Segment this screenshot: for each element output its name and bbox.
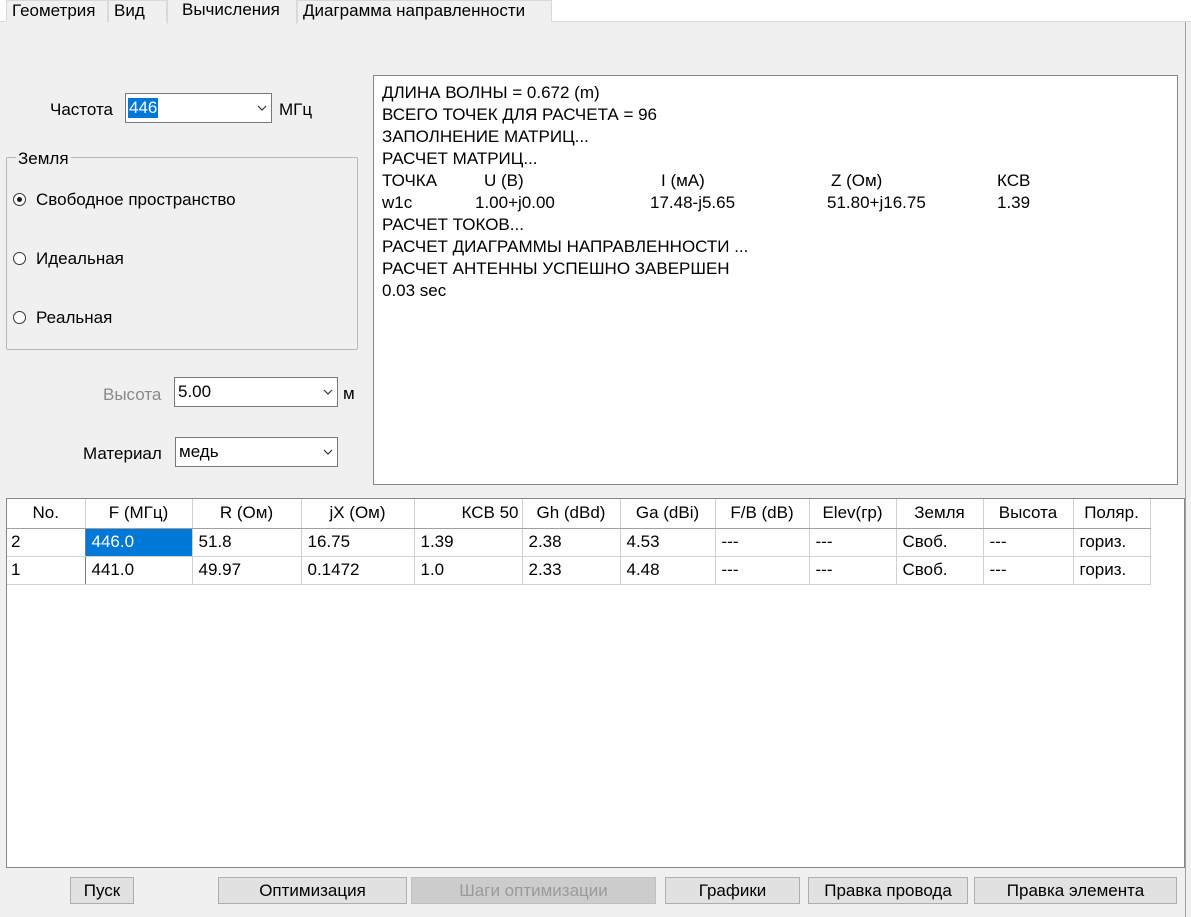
column-header[interactable]: F/B (dB) (715, 499, 810, 529)
cell-height[interactable]: --- (983, 528, 1074, 557)
height-label: Высота (103, 385, 162, 404)
panel-border (1185, 22, 1186, 917)
cell-reactance[interactable]: 0.1472 (301, 556, 415, 585)
log-table-header: ТОЧКА U (В) I (мА) Z (Ом) КСВ (382, 170, 1169, 192)
results-table: No. F (МГц) R (Ом) jX (Ом) КСВ 50 Gh (dB… (7, 499, 1151, 585)
log-table-row: w1c 1.00+j0.00 17.48-j5.65 51.80+j16.75 … (382, 192, 1169, 214)
optimize-button[interactable]: Оптимизация (218, 877, 407, 904)
radio-free-space[interactable] (13, 193, 26, 206)
cell-ground[interactable]: Своб. (896, 556, 984, 585)
column-header[interactable]: R (Ом) (192, 499, 302, 529)
cell-swr[interactable]: 1.39 (414, 528, 523, 557)
log-line: РАСЧЕТ АНТЕННЫ УСПЕШНО ЗАВЕРШЕН (382, 259, 730, 278)
radio-ideal[interactable] (13, 252, 26, 265)
radio-ideal-label[interactable]: Идеальная (36, 249, 124, 269)
log-point: w1c (382, 193, 413, 212)
height-value: 5.00 (178, 382, 212, 401)
tab-view[interactable]: Вид (108, 0, 167, 22)
cell-polarization[interactable]: гориз. (1073, 528, 1151, 557)
log-voltage: 1.00+j0.00 (475, 193, 555, 212)
chevron-down-icon[interactable] (255, 100, 269, 116)
cell-polarization[interactable]: гориз. (1073, 556, 1151, 585)
material-value: медь (179, 442, 219, 461)
row-number[interactable]: 2 (7, 528, 86, 557)
log-header-impedance: Z (Ом) (831, 171, 883, 190)
radio-free-space-label[interactable]: Свободное пространство (36, 190, 236, 210)
material-combo[interactable]: медь (175, 437, 338, 467)
column-header[interactable]: Земля (896, 499, 984, 529)
material-label: Материал (83, 444, 162, 463)
cell-reactance[interactable]: 16.75 (301, 528, 415, 557)
log-impedance: 51.80+j16.75 (827, 193, 926, 212)
height-unit: м (343, 384, 355, 403)
log-header-voltage: U (В) (484, 171, 524, 190)
log-line: РАСЧЕТ МАТРИЦ... (382, 149, 538, 168)
column-header[interactable]: F (МГц) (85, 499, 193, 529)
cell-gain-dbi[interactable]: 4.53 (620, 528, 716, 557)
cell-frequency[interactable]: 446.0 (85, 528, 193, 557)
height-combo[interactable]: 5.00 (174, 377, 338, 407)
cell-front-back[interactable]: --- (715, 528, 810, 557)
cell-ground[interactable]: Своб. (896, 528, 984, 557)
radio-real-label[interactable]: Реальная (36, 308, 112, 328)
cell-gain-dbi[interactable]: 4.48 (620, 556, 716, 585)
log-current: 17.48-j5.65 (650, 193, 736, 212)
frequency-value: 446 (128, 98, 159, 118)
log-swr: 1.39 (997, 193, 1031, 212)
cell-resistance[interactable]: 51.8 (192, 528, 302, 557)
cell-swr[interactable]: 1.0 (414, 556, 523, 585)
edit-element-button[interactable]: Правка элемента (974, 877, 1177, 904)
cell-frequency[interactable]: 441.0 (85, 556, 193, 585)
table-row[interactable]: 1 441.0 49.97 0.1472 1.0 2.33 4.48 --- -… (7, 556, 1151, 585)
cell-height[interactable]: --- (983, 556, 1074, 585)
cell-gain-dbd[interactable]: 2.38 (522, 528, 621, 557)
column-header[interactable]: КСВ 50 (414, 499, 523, 529)
chevron-down-icon[interactable] (321, 384, 335, 400)
column-header[interactable]: Поляр. (1073, 499, 1151, 529)
column-header[interactable]: Elev(гр) (809, 499, 897, 529)
calculation-log[interactable]: ДЛИНА ВОЛНЫ = 0.672 (m) ВСЕГО ТОЧЕК ДЛЯ … (373, 75, 1178, 485)
row-number[interactable]: 1 (7, 556, 86, 585)
frequency-combo[interactable]: 446 (125, 93, 272, 123)
column-header[interactable]: Высота (983, 499, 1074, 529)
radio-real[interactable] (13, 311, 26, 324)
cell-elevation[interactable]: --- (809, 528, 897, 557)
start-button[interactable]: Пуск (70, 877, 134, 904)
optimization-steps-button[interactable]: Шаги оптимизации (411, 877, 656, 904)
cell-gain-dbd[interactable]: 2.33 (522, 556, 621, 585)
log-line: РАСЧЕТ ДИАГРАММЫ НАПРАВЛЕННОСТИ ... (382, 237, 749, 256)
results-header-row: No. F (МГц) R (Ом) jX (Ом) КСВ 50 Gh (dB… (7, 499, 1151, 529)
tab-strip: Геометрия Вид Вычисления Диаграмма напра… (0, 0, 1191, 24)
ground-group-title: Земля (16, 149, 71, 169)
column-header[interactable]: Gh (dBd) (522, 499, 621, 529)
log-header-point: ТОЧКА (382, 171, 438, 190)
frequency-unit: МГц (279, 100, 313, 119)
graphs-button[interactable]: Графики (665, 877, 800, 904)
log-line: ЗАПОЛНЕНИЕ МАТРИЦ... (382, 127, 589, 146)
log-line: РАСЧЕТ ТОКОВ... (382, 215, 524, 234)
edit-wire-button[interactable]: Правка провода (808, 877, 968, 904)
column-header[interactable]: jX (Ом) (301, 499, 415, 529)
column-header[interactable]: No. (7, 499, 86, 529)
frequency-label: Частота (50, 100, 114, 119)
results-grid[interactable]: No. F (МГц) R (Ом) jX (Ом) КСВ 50 Gh (dB… (6, 498, 1185, 868)
chevron-down-icon[interactable] (321, 444, 335, 460)
log-line: ВСЕГО ТОЧЕК ДЛЯ РАСЧЕТА = 96 (382, 105, 658, 124)
log-header-swr: КСВ (997, 171, 1031, 190)
log-header-current: I (мА) (661, 171, 705, 190)
table-row[interactable]: 2 446.0 51.8 16.75 1.39 2.38 4.53 --- --… (7, 528, 1151, 557)
cell-elevation[interactable]: --- (809, 556, 897, 585)
log-line: 0.03 sec (382, 281, 447, 300)
tab-geometry[interactable]: Геометрия (6, 0, 108, 22)
column-header[interactable]: Ga (dBi) (620, 499, 716, 529)
tab-radiation-pattern[interactable]: Диаграмма направленности (297, 0, 552, 22)
cell-front-back[interactable]: --- (715, 556, 810, 585)
tab-calculations[interactable]: Вычисления (167, 0, 297, 24)
cell-resistance[interactable]: 49.97 (192, 556, 302, 585)
log-line: ДЛИНА ВОЛНЫ = 0.672 (m) (382, 83, 600, 102)
